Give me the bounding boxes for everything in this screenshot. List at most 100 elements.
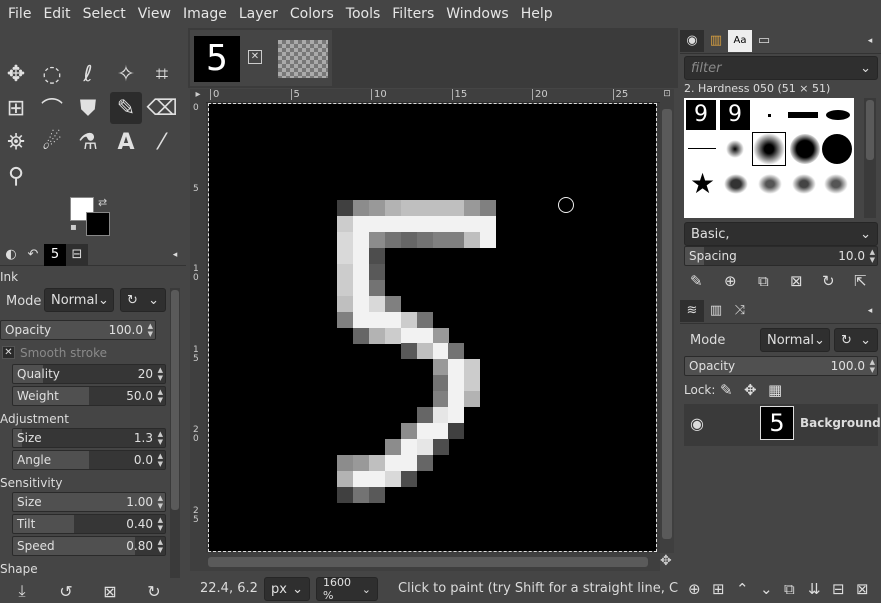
brush-item-star-icon[interactable]: ★ [690,170,715,198]
ruler-vertical[interactable]: 0 5 1 0 1 5 2 0 2 5 [190,103,206,553]
layer-mask-icon[interactable]: ⊟ [832,580,845,598]
fonts-tab-icon[interactable]: Aa [728,29,752,52]
horizontal-scrollbar[interactable] [190,553,660,571]
refresh-brushes-icon[interactable]: ↻ [822,272,835,290]
save-preset-icon[interactable]: ⤓ [0,581,44,601]
brush-preset-select[interactable]: Basic, ⌄ [684,222,878,246]
layer-name[interactable]: Background [800,416,881,430]
weight-slider[interactable]: Weight 50.0 ▲ ▼ [12,386,166,406]
quality-slider[interactable]: Quality 20 ▲ ▼ [12,364,166,384]
spin-arrows-icon[interactable]: ▲ ▼ [158,430,163,446]
channels-tab-icon[interactable]: ▥ [704,300,728,322]
brush-item[interactable] [724,174,748,194]
panel-menu-icon[interactable]: ◂ [859,30,881,52]
zoom-tool-icon[interactable]: ⚲ [0,160,32,192]
brush-item[interactable]: 9 [686,100,716,130]
warp-transform-icon[interactable]: ⌒ [36,92,68,124]
sensitivity-size-slider[interactable]: Size 1.00 ▲ ▼ [12,492,166,512]
spin-arrows-icon[interactable]: ▲ ▼ [158,452,163,468]
document-history-tab-icon[interactable]: ▭ [752,30,776,52]
spin-arrows-icon[interactable]: ▲ ▼ [870,248,875,264]
spin-arrows-icon[interactable]: ▲ ▼ [158,538,163,554]
crop-tool-icon[interactable]: ⌗ [146,58,178,90]
brush-item[interactable] [792,174,816,194]
menu-edit[interactable]: Edit [37,0,76,28]
menu-filters[interactable]: Filters [386,0,440,28]
spin-arrows-icon[interactable]: ▲ ▼ [158,366,163,382]
eraser-icon[interactable]: ⌫ [146,92,178,124]
brushes-tab-icon[interactable]: ◉ [680,29,704,52]
brush-grid-scrollbar[interactable] [864,98,876,218]
anchor-layer-icon[interactable]: ⇊ [808,580,821,598]
panel-menu-icon[interactable]: ◂ [859,300,881,322]
brush-item[interactable]: 9 [720,100,750,130]
unit-select[interactable]: px ⌄ [264,577,310,601]
size-slider[interactable]: Size 1.3 ▲ ▼ [12,428,166,448]
tilt-slider[interactable]: Tilt 0.40 ▲ ▼ [12,514,166,534]
duplicate-layer-icon[interactable]: ⧉ [784,580,795,598]
menu-help[interactable]: Help [515,0,559,28]
color-picker-icon[interactable]: ⁄ [146,126,178,158]
ink-tool-icon[interactable]: ✎ [110,92,142,124]
brush-filter-input[interactable]: filter ⌄ [684,56,878,80]
default-colors-icon[interactable]: ▪ [70,222,77,233]
eye-icon[interactable]: ◉ [690,414,704,433]
tool-options-tab-icon[interactable]: ⊟ [66,243,88,266]
brush-grid[interactable]: 9 9 ★ [684,98,854,218]
layer-mode-select[interactable]: Normal ⌄ [760,328,830,352]
mode-reset-select[interactable]: ↻ ⌄ [120,288,166,312]
new-group-icon[interactable]: ⊞ [712,580,725,598]
brush-item[interactable] [824,174,848,194]
clone-tool-icon[interactable]: ⛯ [0,126,32,158]
brush-item[interactable] [768,114,771,117]
image-tab-preview[interactable] [278,40,328,78]
tool-options-scrollbar[interactable] [170,288,180,578]
paths-tab-icon[interactable]: ⤨ [728,300,752,322]
menu-layer[interactable]: Layer [233,0,284,28]
menu-windows[interactable]: Windows [440,0,515,28]
unified-transform-icon[interactable]: ⊞ [0,92,32,124]
edit-brush-icon[interactable]: ✎ [690,272,703,290]
zoom-image-icon[interactable]: ⊡ [660,89,674,103]
ellipse-select-icon[interactable]: ◌ [36,58,68,90]
duplicate-brush-icon[interactable]: ⧉ [758,272,769,290]
undo-history-tab-icon[interactable]: ↶ [22,244,44,266]
raise-layer-icon[interactable]: ⌃ [736,580,749,598]
open-brush-icon[interactable]: ⇱ [854,272,867,290]
bucket-fill-icon[interactable]: ⛊ [72,92,104,124]
navigate-icon[interactable]: ✥ [660,553,678,571]
layers-tab-icon[interactable]: ≋ [680,299,704,322]
quick-mask-corner-icon[interactable]: ▸ [190,89,206,103]
reset-options-icon[interactable]: ↻ [132,582,176,601]
layer-opacity-slider[interactable]: Opacity 100.0 ▲ ▼ [684,356,878,376]
lock-position-icon[interactable]: ✥ [744,381,757,399]
new-layer-icon[interactable]: ⊕ [688,580,701,598]
mode-select[interactable]: Normal ⌄ [44,288,114,312]
menu-colors[interactable]: Colors [284,0,340,28]
delete-preset-icon[interactable]: ⊠ [88,582,132,601]
delete-brush-icon[interactable]: ⊠ [790,272,803,290]
spin-arrows-icon[interactable]: ▲ ▼ [148,322,153,338]
brush-item[interactable] [758,174,782,194]
image-canvas[interactable] [208,103,657,552]
lock-pixels-icon[interactable]: ✎ [720,381,733,399]
image-thumbnail[interactable]: 5 [194,36,240,82]
layer-thumbnail[interactable]: 5 [760,406,794,440]
swap-colors-icon[interactable]: ⇄ [98,196,107,209]
zoom-select[interactable]: 1600 % ⌄ [316,576,378,602]
spin-arrows-icon[interactable]: ▲ ▼ [158,494,163,510]
menu-view[interactable]: View [132,0,177,28]
smooth-stroke-checkbox[interactable]: ✕ [2,346,15,359]
layer-composite-select[interactable]: ↻ ⌄ [834,328,878,352]
spin-arrows-icon[interactable]: ▲ ▼ [158,516,163,532]
close-icon[interactable]: ✕ [248,50,262,64]
menu-tools[interactable]: Tools [340,0,387,28]
brush-item[interactable] [822,134,852,164]
patterns-tab-icon[interactable]: ▥ [704,30,728,52]
delete-layer-icon[interactable]: ⊠ [856,580,869,598]
fuzzy-select-icon[interactable]: ✧ [110,58,142,90]
brush-item[interactable] [688,148,716,149]
restore-preset-icon[interactable]: ↺ [44,582,88,601]
text-tool-icon[interactable]: A [110,126,142,158]
device-status-tab-icon[interactable]: ◐ [0,244,22,266]
